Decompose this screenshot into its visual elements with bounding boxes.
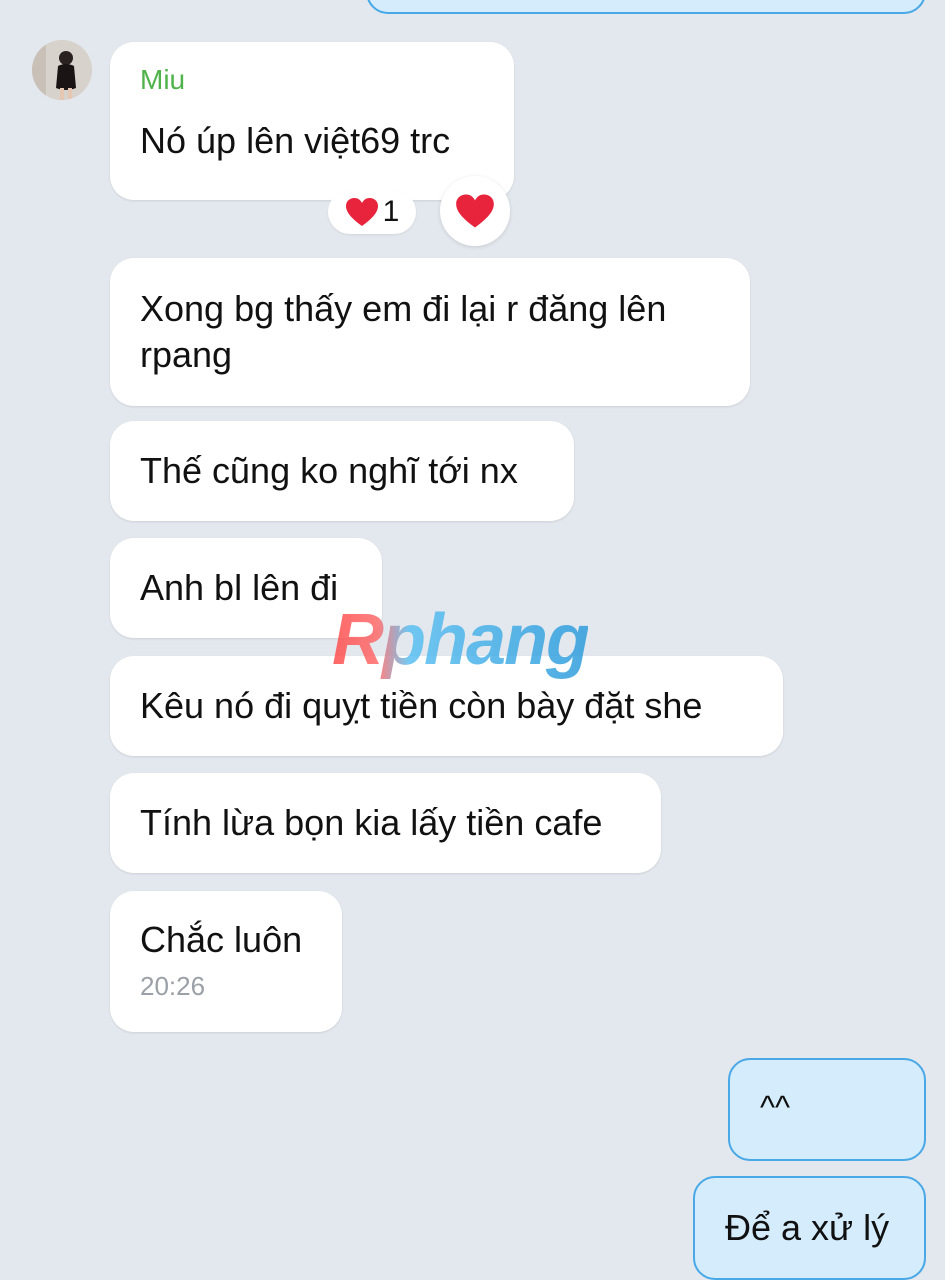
message-text: Để a xử lý bbox=[725, 1207, 890, 1248]
sender-name[interactable]: Miu bbox=[140, 64, 484, 96]
message-time: 20:26 bbox=[140, 971, 206, 1001]
message-text: Anh bl lên đi bbox=[140, 567, 339, 608]
react-button[interactable] bbox=[440, 176, 510, 246]
reaction-summary[interactable]: 1 bbox=[328, 190, 416, 234]
message-text: Thế cũng ko nghĩ tới nx bbox=[140, 450, 518, 491]
message-bubble[interactable]: Tính lừa bọn kia lấy tiền cafe bbox=[110, 773, 661, 873]
watermark-logo: Rphang bbox=[332, 600, 590, 680]
heart-icon bbox=[345, 198, 378, 226]
message-text: Kêu nó đi quỵt tiền còn bày đặt she bbox=[140, 685, 703, 726]
heart-icon bbox=[456, 194, 494, 228]
message-text: Chắc luôn bbox=[140, 919, 303, 960]
outgoing-message-bubble[interactable]: ^^ bbox=[728, 1058, 926, 1161]
reaction-count: 1 bbox=[382, 195, 400, 228]
message-bubble[interactable]: Thế cũng ko nghĩ tới nx bbox=[110, 421, 574, 521]
message-text: ^^ bbox=[760, 1089, 791, 1125]
outgoing-message-bubble[interactable]: Để a xử lý bbox=[693, 1176, 926, 1280]
message-text: Nó úp lên việt69 trc bbox=[140, 120, 451, 161]
message-text: Tính lừa bọn kia lấy tiền cafe bbox=[140, 802, 603, 843]
message-bubble[interactable]: Miu Nó úp lên việt69 trc bbox=[110, 42, 514, 200]
outgoing-bubble-previous bbox=[366, 0, 926, 14]
message-text: Xong bg thấy em đi lại r đăng lên rpang bbox=[140, 288, 667, 375]
message-bubble[interactable]: Chắc luôn 20:26 bbox=[110, 891, 342, 1032]
avatar-image bbox=[32, 40, 92, 100]
message-bubble[interactable]: Xong bg thấy em đi lại r đăng lên rpang bbox=[110, 258, 750, 406]
avatar[interactable] bbox=[32, 40, 92, 100]
